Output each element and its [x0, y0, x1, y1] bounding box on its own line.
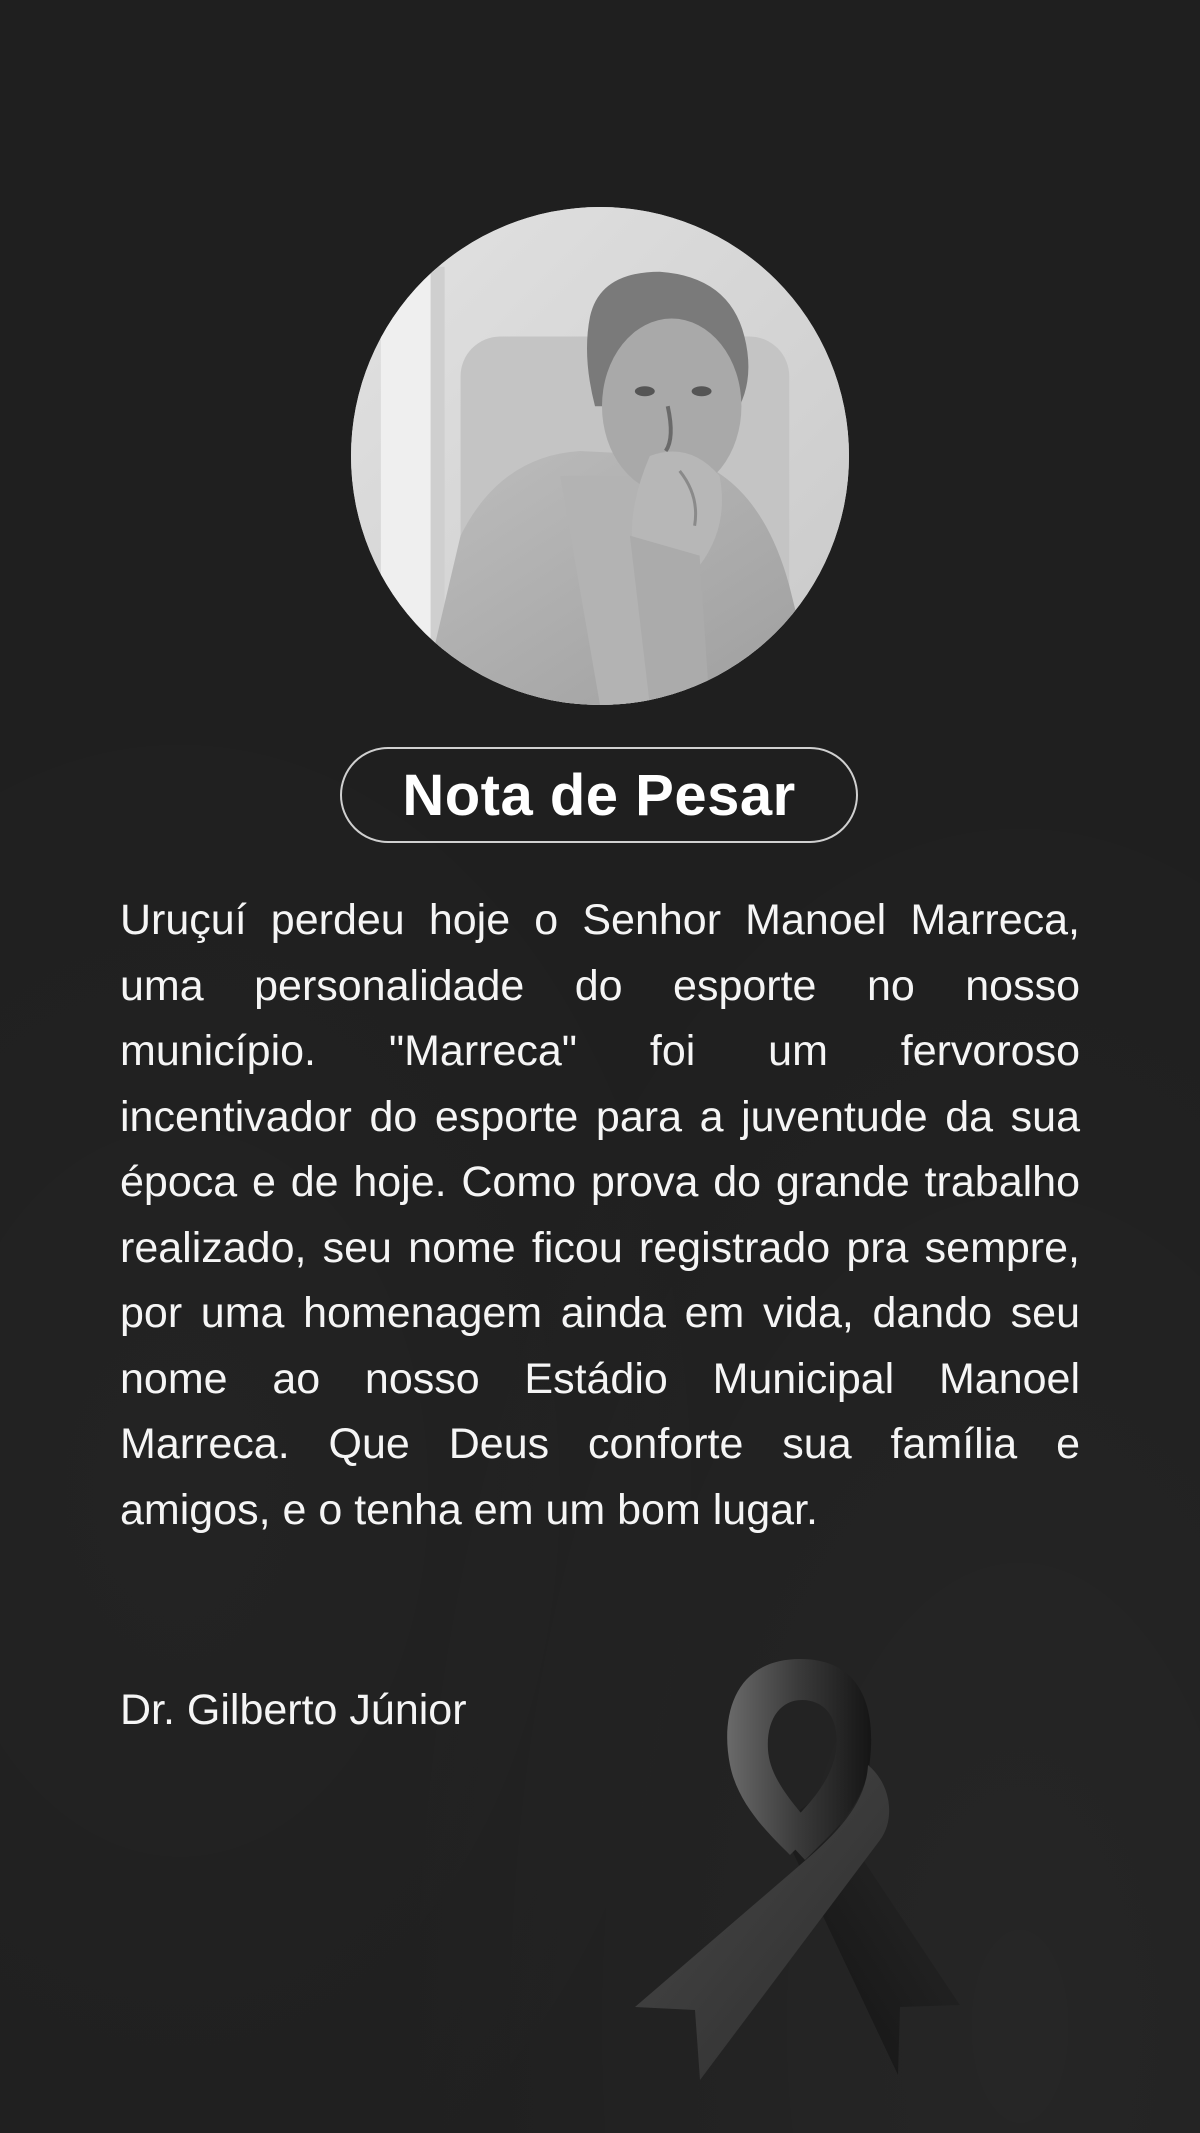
page-title: Nota de Pesar [402, 762, 796, 828]
condolence-card: Nota de Pesar Uruçuí perdeu hoje o Senho… [0, 0, 1200, 2133]
portrait-photo [351, 207, 849, 705]
title-badge: Nota de Pesar [340, 747, 858, 843]
mourning-ribbon-icon [630, 1655, 970, 2085]
condolence-message: Uruçuí perdeu hoje o Senhor Manoel Marre… [120, 896, 1080, 1534]
signature: Dr. Gilberto Júnior [120, 1686, 467, 1734]
